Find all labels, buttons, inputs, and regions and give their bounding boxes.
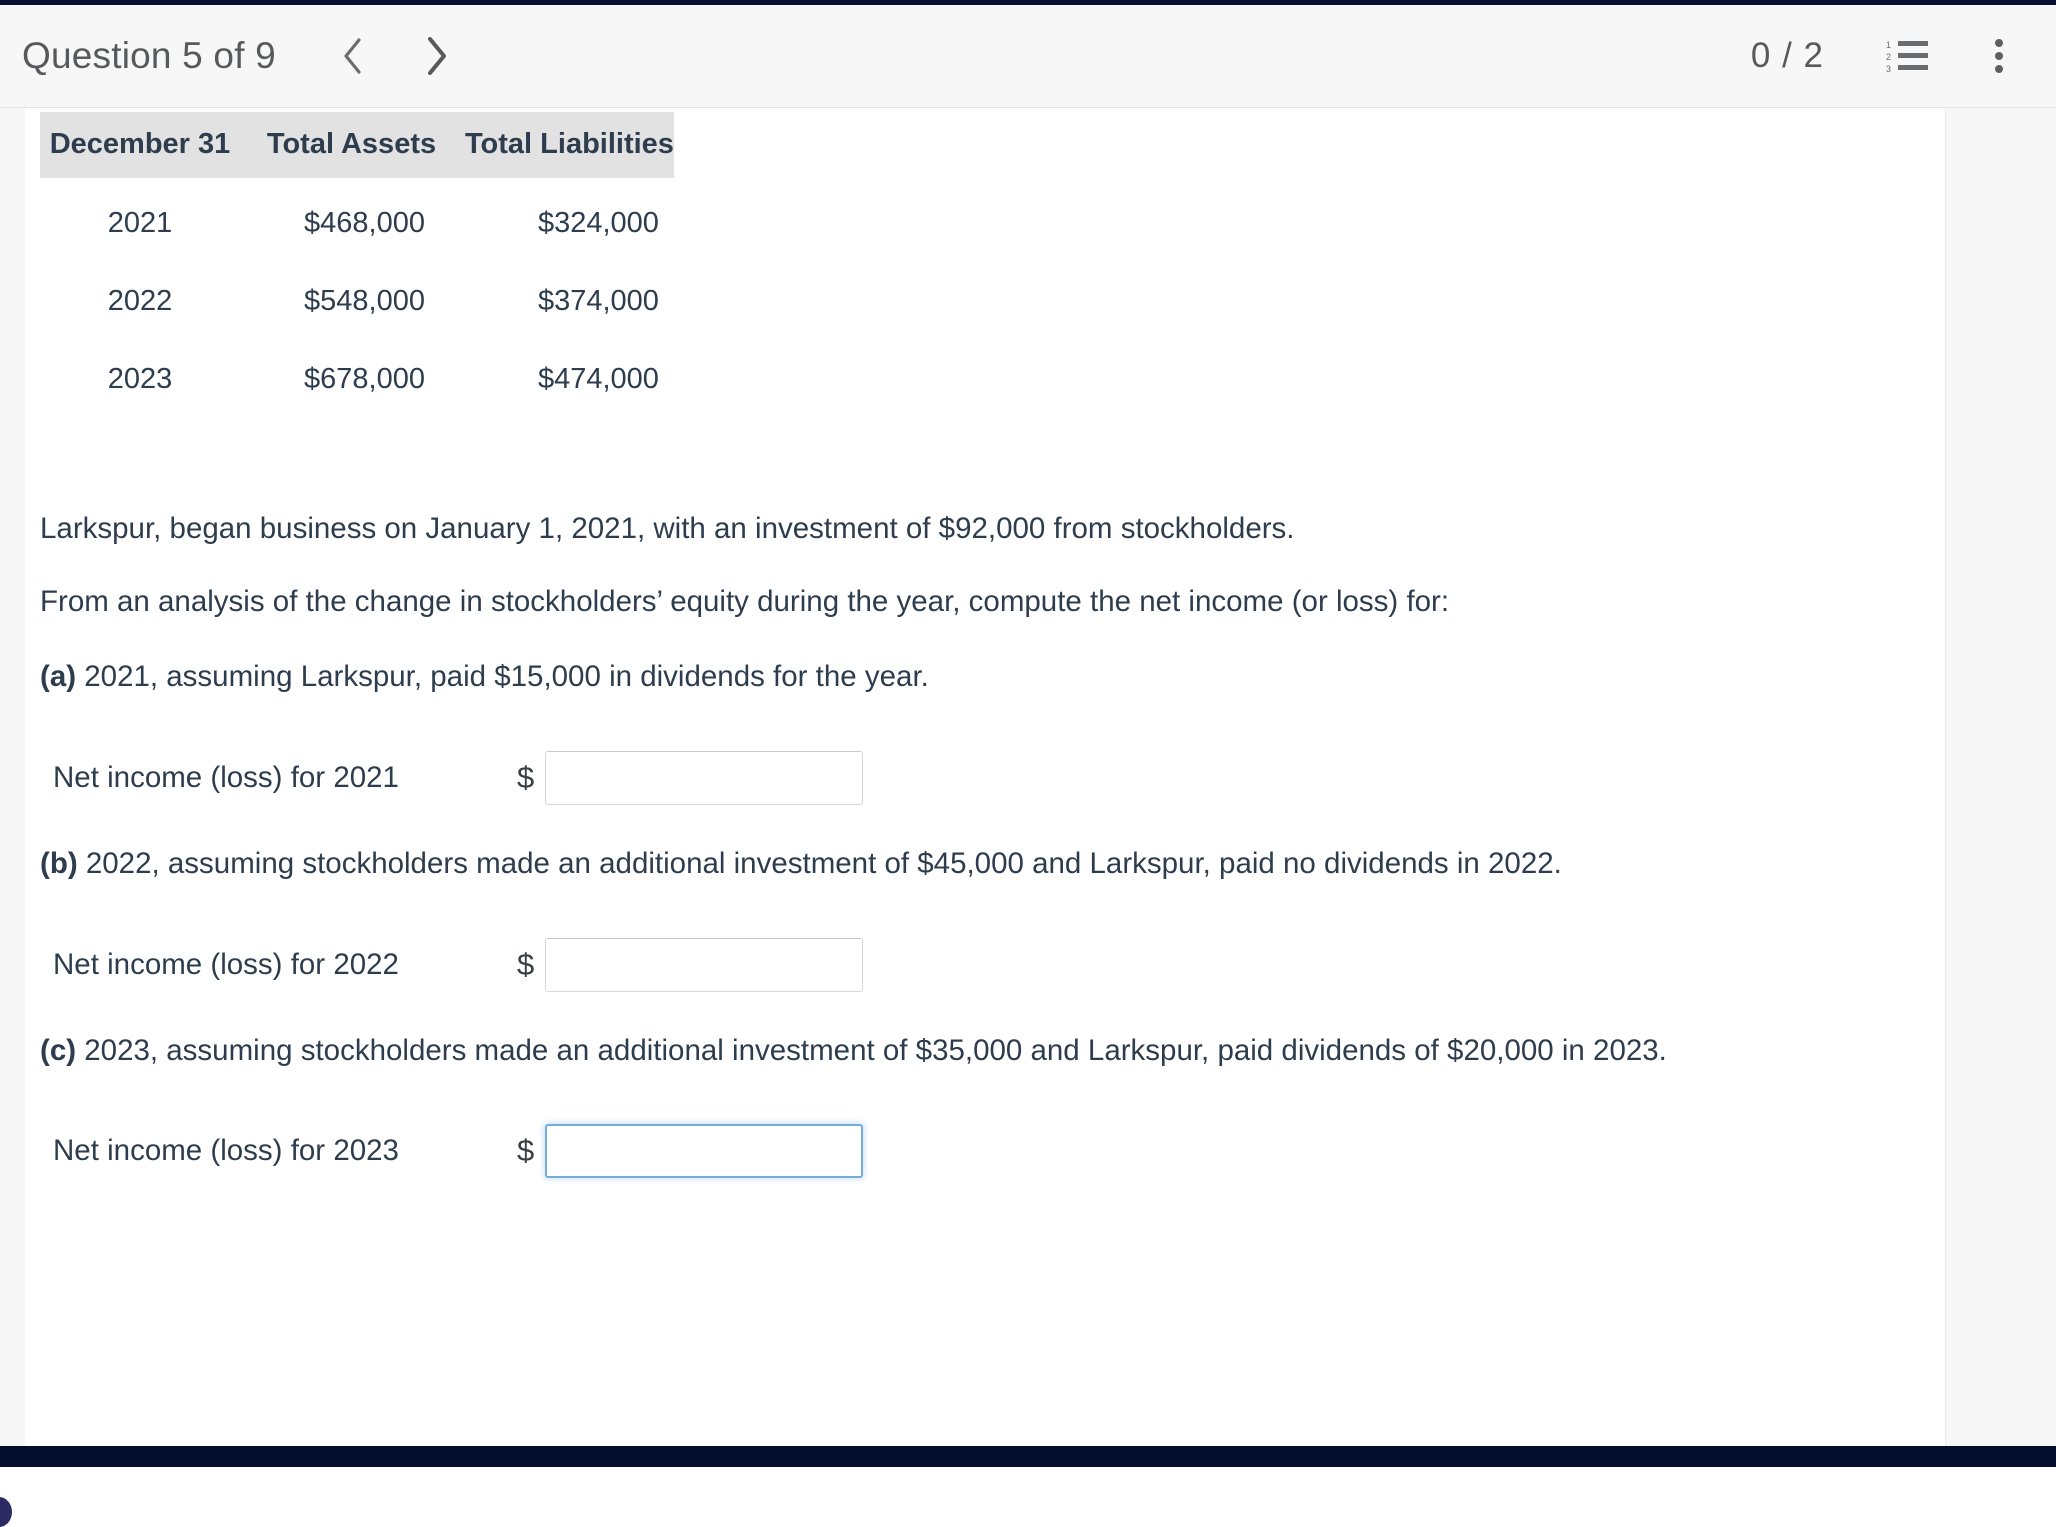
net-income-2022-input[interactable] <box>545 937 863 992</box>
svg-text:3: 3 <box>1886 64 1891 74</box>
financial-summary-table: December 31 Total Assets Total Liabiliti… <box>40 112 674 412</box>
cell-assets: $548,000 <box>304 285 425 317</box>
currency-symbol-2023: $ <box>517 1132 535 1168</box>
column-header-liabilities: Total Liabilities <box>443 112 674 178</box>
net-income-2021-input[interactable] <box>545 751 863 806</box>
header-right-cluster: 0 / 2 1 2 3 <box>1751 36 2012 76</box>
right-gutter <box>1945 108 2056 1446</box>
cell-date: 2021 <box>107 207 173 239</box>
score-display: 0 / 2 <box>1750 36 1824 75</box>
table-header-row: December 31 Total Assets Total Liabiliti… <box>40 112 674 178</box>
currency-symbol-2021: $ <box>517 760 535 796</box>
part-c-marker: (c) <box>40 1033 77 1067</box>
part-a-marker: (a) <box>40 659 77 693</box>
part-b-prompt: (b) 2022, assuming stockholders made an … <box>25 846 1945 881</box>
cell-assets: $678,000 <box>304 363 425 395</box>
net-income-2023-input[interactable] <box>545 1123 863 1178</box>
part-b-text: 2022, assuming stockholders made an addi… <box>77 847 1562 881</box>
question-header-bar: Question 5 of 9 0 / 2 1 2 3 <box>0 5 2056 108</box>
question-navigation <box>328 32 460 80</box>
table-row: 2021 $468,000 $324,000 <box>40 178 674 256</box>
cell-liabilities: $324,000 <box>537 207 659 239</box>
table-row: 2023 $678,000 $474,000 <box>40 334 674 412</box>
previous-question-button[interactable] <box>328 32 376 80</box>
more-vertical-icon[interactable] <box>1986 39 2012 73</box>
answer-label-2023: Net income (loss) for 2023 <box>53 1133 399 1167</box>
part-c-prompt: (c) 2023, assuming stockholders made an … <box>25 1033 1945 1068</box>
cell-date: 2022 <box>107 285 173 317</box>
numbered-list-icon[interactable]: 1 2 3 <box>1886 38 1930 74</box>
answer-row-2021: Net income (loss) for 2021 $ <box>25 750 1945 806</box>
bottom-bar <box>0 1446 2056 1467</box>
currency-symbol-2022: $ <box>517 946 535 982</box>
page-title: Question 5 of 9 <box>22 35 276 76</box>
answer-row-2022: Net income (loss) for 2022 $ <box>25 937 1945 993</box>
answer-label-2022: Net income (loss) for 2022 <box>53 947 399 981</box>
question-content: December 31 Total Assets Total Liabiliti… <box>25 108 1945 1446</box>
kebab-dots <box>1995 39 2003 73</box>
svg-text:2: 2 <box>1886 52 1891 62</box>
table-row: 2022 $548,000 $374,000 <box>40 256 674 334</box>
left-gutter <box>0 108 25 1527</box>
part-b-marker: (b) <box>40 847 78 881</box>
intro-paragraph: Larkspur, began business on January 1, 2… <box>40 512 1295 545</box>
cell-date: 2023 <box>107 363 173 395</box>
part-a-prompt: (a) 2021, assuming Larkspur, paid $15,00… <box>25 659 1945 694</box>
cell-liabilities: $474,000 <box>537 363 659 395</box>
answer-row-2023: Net income (loss) for 2023 $ <box>25 1123 1945 1179</box>
cell-liabilities: $374,000 <box>537 285 659 317</box>
column-header-assets: Total Assets <box>240 112 443 178</box>
part-a-text: 2021, assuming Larkspur, paid $15,000 in… <box>76 659 929 693</box>
next-question-button[interactable] <box>412 32 460 80</box>
compute-instruction-paragraph: From an analysis of the change in stockh… <box>40 585 1450 619</box>
answer-label-2021: Net income (loss) for 2021 <box>53 761 399 795</box>
svg-text:1: 1 <box>1886 40 1891 50</box>
cell-assets: $468,000 <box>304 207 425 239</box>
avatar[interactable] <box>0 1497 12 1527</box>
column-header-date: December 31 <box>40 112 240 178</box>
part-c-text: 2023, assuming stockholders made an addi… <box>76 1033 1667 1067</box>
